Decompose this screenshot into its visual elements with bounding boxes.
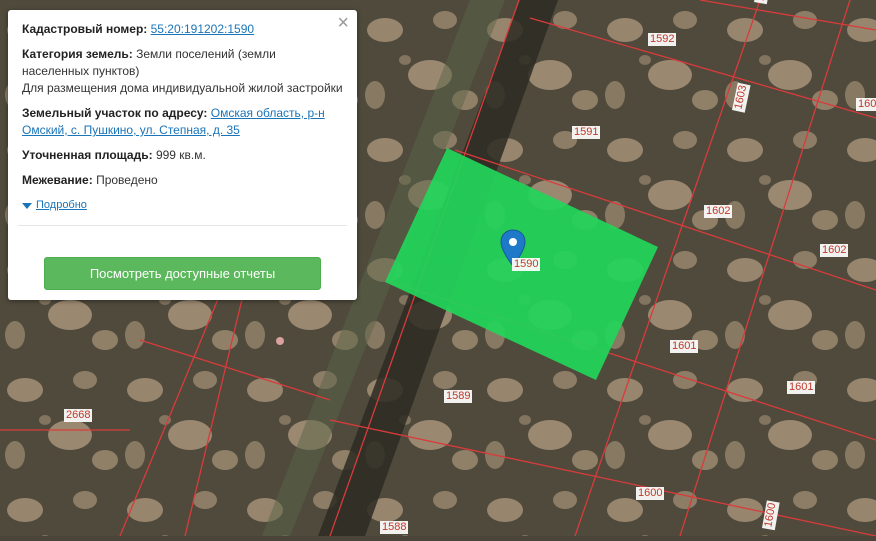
land-usage-value: Для размещения дома индивидуальной жилой… [22, 81, 343, 95]
plot-label: 1591 [572, 126, 601, 139]
area-label: Уточненная площадь: [22, 148, 153, 162]
cadastral-number-link[interactable]: 55:20:191202:1590 [151, 22, 254, 36]
plot-label: 1602 [704, 205, 733, 218]
survey-label: Межевание: [22, 173, 93, 187]
plot-label: 1601 [787, 381, 816, 394]
plot-label: 1600 [636, 487, 665, 500]
area-value: 999 кв.м. [155, 148, 206, 162]
plot-label: 1589 [444, 390, 473, 403]
close-icon[interactable]: × [337, 13, 349, 33]
plot-label: 1601 [670, 340, 699, 353]
land-category-row: Категория земель: Земли поселений (земли… [22, 46, 343, 97]
cadastral-number-row: Кадастровый номер: 55:20:191202:1590 [22, 21, 343, 38]
plot-label: 1592 [648, 33, 677, 46]
details-link[interactable]: Подробно [36, 197, 87, 214]
area-row: Уточненная площадь: 999 кв.м. [22, 147, 343, 164]
cadastral-number-label: Кадастровый номер: [22, 22, 148, 36]
popup-divider [18, 225, 347, 226]
plot-label: 1588 [380, 521, 409, 534]
plot-label: 1602 [820, 244, 849, 257]
view-reports-button[interactable]: Посмотреть доступные отчеты [44, 257, 321, 290]
survey-row: Межевание: Проведено [22, 172, 343, 189]
plot-label: 2668 [64, 409, 93, 422]
map-dot-marker [276, 337, 284, 345]
survey-value: Проведено [96, 173, 158, 187]
address-row: Земельный участок по адресу: Омская обла… [22, 105, 343, 139]
plot-label: 160 [856, 98, 876, 111]
caret-down-icon [22, 202, 32, 209]
address-label: Земельный участок по адресу: [22, 106, 208, 120]
land-category-label: Категория земель: [22, 47, 133, 61]
plot-label: 1590 [512, 258, 541, 271]
details-toggle[interactable]: Подробно [22, 197, 343, 214]
parcel-info-popup: × Кадастровый номер: 55:20:191202:1590 К… [8, 10, 357, 300]
